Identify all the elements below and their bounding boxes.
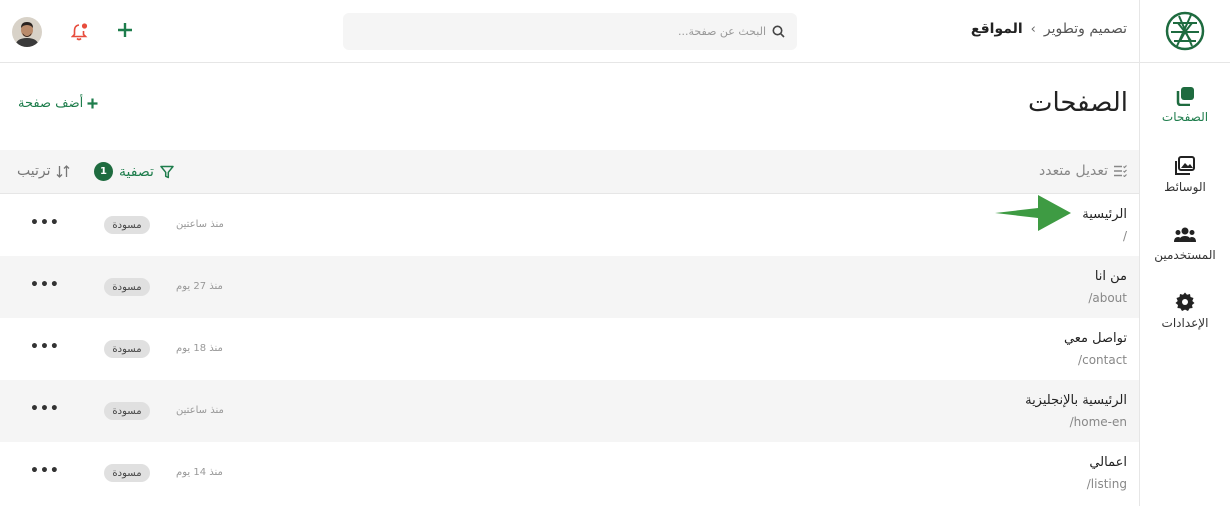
sidebar-item-users[interactable]: المستخدمين [1140, 226, 1230, 262]
page-item-time: منذ 27 يوم [176, 281, 223, 292]
sidebar-item-label: الإعدادات [1161, 316, 1209, 330]
sidebar-item-settings[interactable]: الإعدادات [1140, 292, 1230, 330]
users-icon [1174, 227, 1196, 242]
filter-icon [160, 165, 174, 178]
page-item-slug: /contact [1078, 353, 1127, 367]
pages-icon [1176, 87, 1194, 106]
page-item-slug: /home-en [1069, 415, 1127, 429]
search-input[interactable]: البحث عن صفحة... [678, 25, 766, 38]
page-item-title[interactable]: من انا [1095, 269, 1127, 284]
list-check-icon [1114, 165, 1127, 177]
logo[interactable] [1140, 0, 1230, 63]
status-badge: مسودة [104, 278, 150, 296]
search-box[interactable]: البحث عن صفحة... [343, 13, 797, 50]
media-icon [1175, 156, 1195, 175]
pages-list: الرئيسية / منذ ساعتين مسودة ••• من انا /… [0, 194, 1139, 504]
sort-button[interactable]: ترتيب [17, 163, 70, 179]
plus-icon [87, 98, 98, 109]
page-item-title[interactable]: الرئيسية [1082, 207, 1127, 222]
more-options-icon[interactable]: ••• [30, 464, 60, 478]
page-item-slug: / [1122, 229, 1127, 243]
top-bar: المواقع › تصميم وتطوير البحث عن صفحة... [0, 0, 1139, 63]
page-item-title[interactable]: تواصل معي [1064, 331, 1127, 346]
status-badge: مسودة [104, 464, 150, 482]
sidebar: الصفحات الوسائط المستخدمين الإعدادات [1139, 0, 1230, 506]
bulk-edit-label: تعديل متعدد [1038, 163, 1108, 179]
sort-label: ترتيب [17, 163, 51, 179]
breadcrumb-root[interactable]: المواقع [971, 21, 1023, 37]
sort-icon [56, 164, 69, 178]
breadcrumb-current[interactable]: تصميم وتطوير [1044, 21, 1127, 37]
settings-icon [1175, 292, 1195, 311]
filter-label: تصفية [119, 163, 154, 180]
page-item-slug: /listing [1086, 477, 1127, 491]
bulk-edit-button[interactable]: تعديل متعدد [1039, 163, 1127, 179]
page-item-title[interactable]: اعمالي [1089, 455, 1127, 470]
filter-count-badge: 1 [94, 162, 113, 181]
more-options-icon[interactable]: ••• [30, 340, 60, 354]
sidebar-item-pages[interactable]: الصفحات [1140, 86, 1230, 124]
status-badge: مسودة [104, 402, 150, 420]
page-item-time: منذ ساعتين [176, 219, 224, 230]
sidebar-item-label: المستخدمين [1154, 248, 1216, 262]
sidebar-item-label: الوسائط [1164, 180, 1206, 194]
annotation-arrow-icon [995, 195, 1071, 231]
avatar[interactable] [12, 17, 42, 47]
sidebar-item-media[interactable]: الوسائط [1140, 156, 1230, 194]
chevron-icon: › [1030, 21, 1036, 37]
page-item-time: منذ 14 يوم [176, 467, 223, 478]
page-item-time: منذ 18 يوم [176, 343, 223, 354]
list-item[interactable]: الرئيسية / منذ ساعتين مسودة ••• [0, 194, 1139, 256]
breadcrumb: المواقع › تصميم وتطوير [971, 21, 1127, 37]
status-badge: مسودة [104, 216, 150, 234]
status-badge: مسودة [104, 340, 150, 358]
more-options-icon[interactable]: ••• [30, 402, 60, 416]
add-icon[interactable] [116, 21, 134, 43]
page-item-title[interactable]: الرئيسية بالإنجليزية [1025, 393, 1127, 408]
list-item[interactable]: من انا /about منذ 27 يوم مسودة ••• [0, 256, 1139, 318]
sidebar-item-label: الصفحات [1161, 110, 1209, 124]
page-item-slug: /about [1088, 291, 1127, 305]
add-page-button[interactable]: أضف صفحة [18, 96, 98, 111]
page-title: الصفحات [1027, 88, 1128, 118]
add-page-label: أضف صفحة [18, 96, 84, 111]
list-toolbar: تعديل متعدد 1 تصفية ترتيب [0, 150, 1139, 194]
bell-icon[interactable] [70, 22, 89, 45]
more-options-icon[interactable]: ••• [30, 216, 60, 230]
filter-button[interactable]: 1 تصفية [94, 162, 174, 181]
more-options-icon[interactable]: ••• [30, 278, 60, 292]
page-item-time: منذ ساعتين [176, 405, 224, 416]
list-item[interactable]: تواصل معي /contact منذ 18 يوم مسودة ••• [0, 318, 1139, 380]
leaf-globe-logo-icon [1165, 11, 1205, 51]
list-item[interactable]: اعمالي /listing منذ 14 يوم مسودة ••• [0, 442, 1139, 504]
search-icon [772, 25, 785, 38]
list-item[interactable]: الرئيسية بالإنجليزية /home-en منذ ساعتين… [0, 380, 1139, 442]
